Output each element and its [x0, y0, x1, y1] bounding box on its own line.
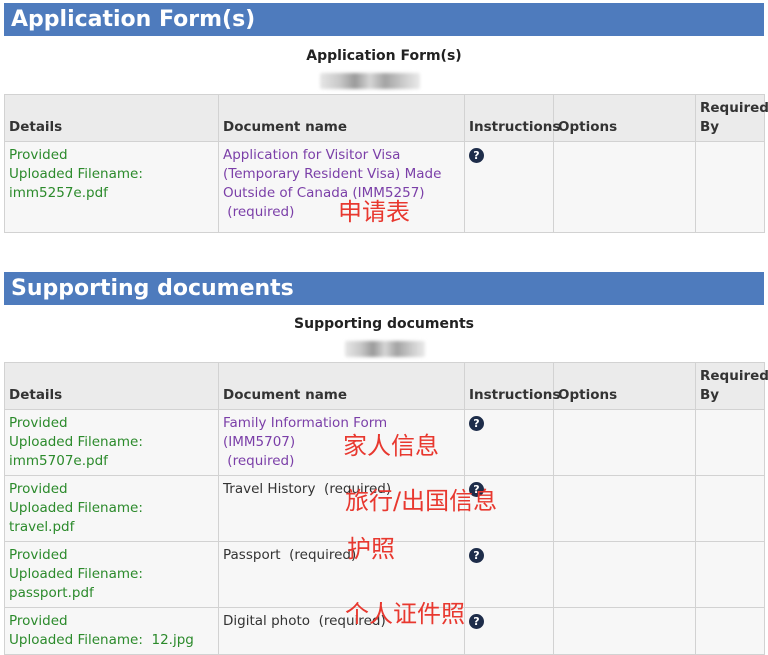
annotation-family-info: 家人信息 [343, 432, 439, 460]
col-header-instructions: Instructions [464, 362, 560, 410]
options-cell [553, 475, 696, 542]
question-circle-icon[interactable]: ? [469, 548, 484, 563]
options-cell [553, 541, 696, 608]
status-text: Provided [9, 613, 68, 629]
required-tag: (required) [227, 204, 295, 220]
filename-label: Uploaded Filename: [9, 566, 143, 582]
col-header-required-by: Required By [695, 362, 768, 410]
document-name-text: Digital photo [223, 613, 311, 629]
col-header-document-name: Document name [218, 362, 465, 410]
col-header-options: Options [553, 362, 696, 410]
status-text: Provided [9, 547, 68, 563]
col-header-details: Details [4, 94, 219, 142]
filename-value: travel.pdf [9, 519, 75, 535]
document-link-imm5257[interactable]: Application for Visitor Visa (Temporary … [223, 147, 441, 201]
status-text: Provided [9, 415, 68, 431]
instructions-cell: ? [464, 141, 554, 233]
question-circle-icon[interactable]: ? [469, 416, 484, 431]
filename-value: passport.pdf [9, 585, 94, 601]
filename-label: Uploaded Filename: [9, 632, 143, 648]
document-name-cell: Passport (required) [218, 541, 465, 608]
details-cell: Provided Uploaded Filename: travel.pdf [4, 475, 219, 542]
annotation-application-form: 申请表 [338, 198, 410, 226]
col-header-document-name: Document name [218, 94, 465, 142]
table-caption-supporting-documents: Supporting documents [294, 316, 474, 332]
required-by-cell [695, 541, 765, 608]
question-circle-icon[interactable]: ? [469, 148, 484, 163]
filename-label: Uploaded Filename: [9, 500, 143, 516]
options-cell [553, 607, 696, 655]
filename-label: Uploaded Filename: [9, 166, 143, 182]
options-cell [553, 141, 696, 233]
required-by-cell [695, 475, 765, 542]
document-name-text: Travel History [223, 481, 316, 497]
annotation-digital-photo: 个人证件照 [345, 600, 465, 628]
redacted-applicant-name [320, 73, 420, 89]
details-cell: Provided Uploaded Filename: imm5707e.pdf [4, 409, 219, 476]
options-cell [553, 409, 696, 476]
col-header-details: Details [4, 362, 219, 410]
filename-value: imm5257e.pdf [9, 185, 108, 201]
annotation-passport: 护照 [347, 535, 395, 563]
redacted-applicant-name [345, 341, 425, 357]
question-circle-icon[interactable]: ? [469, 614, 484, 629]
instructions-cell: ? [464, 409, 554, 476]
required-by-cell [695, 607, 765, 655]
filename-value: imm5707e.pdf [9, 453, 108, 469]
filename-label: Uploaded Filename: [9, 434, 143, 450]
details-cell: Provided Uploaded Filename: imm5257e.pdf [4, 141, 219, 233]
required-tag: (required) [227, 453, 295, 469]
section-title-supporting-documents: Supporting documents [4, 272, 764, 305]
instructions-cell: ? [464, 541, 554, 608]
col-header-options: Options [553, 94, 696, 142]
col-header-instructions: Instructions [464, 94, 560, 142]
instructions-cell: ? [464, 607, 554, 655]
filename-value: 12.jpg [151, 632, 194, 648]
col-header-required-by: Required By [695, 94, 768, 142]
details-cell: Provided Uploaded Filename: passport.pdf [4, 541, 219, 608]
table-caption-application-forms: Application Form(s) [306, 48, 462, 64]
document-name-text: Passport [223, 547, 281, 563]
required-by-cell [695, 409, 765, 476]
section-title-application-forms: Application Form(s) [4, 3, 764, 36]
status-text: Provided [9, 481, 68, 497]
annotation-travel-history: 旅行/出国信息 [345, 487, 498, 515]
required-by-cell [695, 141, 765, 233]
details-cell: Provided Uploaded Filename: 12.jpg [4, 607, 219, 655]
status-text: Provided [9, 147, 68, 163]
